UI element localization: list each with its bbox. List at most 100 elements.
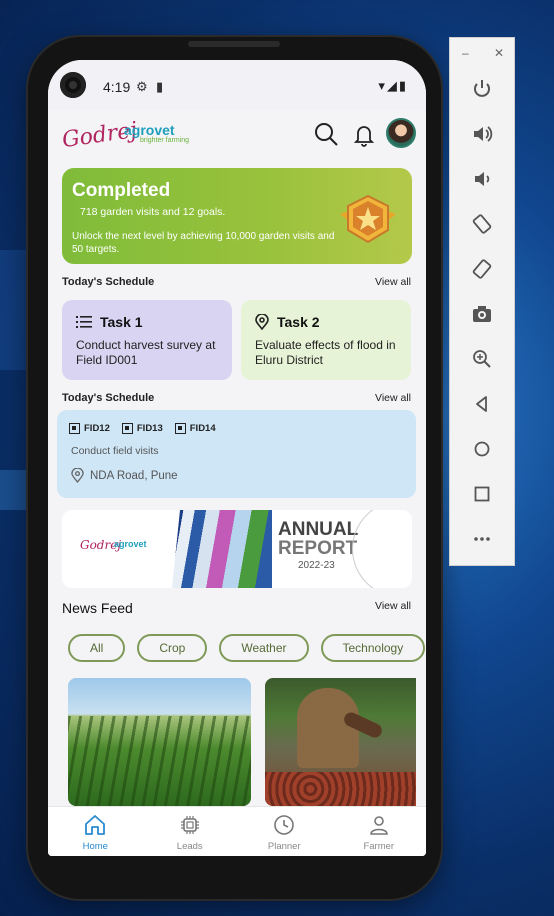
news-card-crop-field[interactable] bbox=[68, 678, 251, 806]
rotate-left-button[interactable] bbox=[469, 211, 495, 237]
emulator-toolbar: – ✕ bbox=[449, 37, 515, 566]
chip-icon bbox=[180, 816, 199, 834]
field-id-icon bbox=[174, 423, 186, 434]
hero-subtitle: 718 garden visits and 12 goals. bbox=[80, 206, 226, 218]
field-id-icon bbox=[121, 423, 133, 434]
banner-heading: ANNUAL REPORT bbox=[278, 520, 358, 558]
field-location-label: NDA Road, Pune bbox=[90, 469, 178, 482]
clock-icon bbox=[274, 815, 295, 835]
nav-planner-label: Planner bbox=[267, 841, 301, 852]
view-all-news[interactable]: View all bbox=[375, 600, 411, 612]
profile-avatar[interactable] bbox=[386, 118, 416, 148]
field-id-item: FID13 bbox=[121, 423, 163, 434]
signal-battery-icons: ▾◢▮ bbox=[378, 78, 408, 93]
field-visit-card[interactable]: FID12 FID13 FID14 Conduct field visits N… bbox=[57, 410, 416, 498]
phone-screen: 4:19 ⚙ ▮ ▾◢▮ Godrej agrovet brighter far… bbox=[48, 60, 426, 856]
field-id-label: FID12 bbox=[84, 423, 110, 434]
close-icon[interactable]: ✕ bbox=[494, 46, 504, 60]
location-pin-icon bbox=[71, 468, 84, 483]
star-badge-icon bbox=[340, 194, 396, 244]
more-dots-icon bbox=[474, 537, 490, 541]
nav-leads[interactable]: Leads bbox=[143, 807, 238, 856]
chip-technology[interactable]: Technology bbox=[320, 634, 426, 662]
nav-farmer[interactable]: Farmer bbox=[332, 807, 427, 856]
sd-card-icon: ▮ bbox=[156, 79, 164, 94]
volume-down-icon bbox=[475, 172, 490, 186]
volume-up-icon bbox=[474, 126, 493, 142]
nav-leads-label: Leads bbox=[176, 841, 203, 852]
camera-icon bbox=[473, 306, 491, 322]
field-activity: Conduct field visits bbox=[71, 445, 159, 457]
minimize-icon[interactable]: – bbox=[462, 46, 469, 60]
zoom-icon bbox=[473, 350, 491, 368]
agrovet-logo: agrovet bbox=[124, 122, 175, 138]
task-card-2[interactable]: Task 2 Evaluate effects of flood in Elur… bbox=[241, 300, 411, 380]
task-2-title: Task 2 bbox=[277, 314, 320, 330]
power-icon bbox=[474, 80, 490, 97]
settings-icon: ⚙ bbox=[136, 79, 148, 94]
banner-product-image bbox=[172, 510, 272, 588]
field-id-list: FID12 FID13 FID14 bbox=[69, 423, 216, 434]
news-card-farmer[interactable] bbox=[265, 678, 416, 806]
crop-rows-image bbox=[68, 716, 251, 806]
notification-bell-icon[interactable] bbox=[350, 120, 378, 148]
chip-weather[interactable]: Weather bbox=[219, 634, 309, 662]
app-header: Godrej agrovet brighter farming bbox=[48, 110, 426, 168]
list-icon bbox=[76, 316, 92, 328]
volume-up-button[interactable] bbox=[469, 121, 495, 147]
overview-button[interactable] bbox=[469, 481, 495, 507]
chip-crop[interactable]: Crop bbox=[137, 634, 208, 662]
nav-home-label: Home bbox=[82, 841, 108, 852]
overview-square-icon bbox=[474, 486, 490, 502]
task-card-1[interactable]: Task 1 Conduct harvest survey at Field I… bbox=[62, 300, 232, 380]
banner-agrovet-logo: agrovet bbox=[114, 539, 147, 549]
back-button[interactable] bbox=[469, 391, 495, 417]
chip-all[interactable]: All bbox=[68, 634, 126, 662]
logo-tagline: brighter farming bbox=[140, 137, 190, 144]
zoom-button[interactable] bbox=[469, 346, 495, 372]
field-id-icon bbox=[69, 423, 80, 434]
field-id-label: FID13 bbox=[136, 423, 163, 434]
home-icon bbox=[85, 815, 106, 835]
field-location: NDA Road, Pune bbox=[71, 468, 178, 483]
todays-schedule-title-2: Today's Schedule bbox=[62, 392, 155, 404]
news-filter-chips: All Crop Weather Technology bbox=[68, 634, 426, 662]
person-icon bbox=[369, 816, 388, 835]
volume-down-button[interactable] bbox=[469, 166, 495, 192]
field-id-item: FID12 bbox=[69, 423, 110, 434]
nav-home[interactable]: Home bbox=[48, 807, 143, 856]
toolbar-window-controls: – ✕ bbox=[462, 46, 504, 60]
more-button[interactable] bbox=[469, 526, 495, 552]
home-circle-icon bbox=[474, 441, 490, 457]
nav-farmer-label: Farmer bbox=[363, 841, 395, 852]
view-all-schedule-1[interactable]: View all bbox=[375, 276, 411, 288]
search-icon[interactable] bbox=[312, 120, 340, 148]
news-feed-title: News Feed bbox=[62, 600, 133, 616]
back-triangle-icon bbox=[476, 396, 487, 412]
task-1-title: Task 1 bbox=[100, 314, 143, 330]
completed-card[interactable]: Completed 718 garden visits and 12 goals… bbox=[62, 168, 412, 264]
todays-schedule-title-1: Today's Schedule bbox=[62, 276, 155, 288]
phone-speaker bbox=[188, 41, 280, 47]
home-button[interactable] bbox=[469, 436, 495, 462]
task-2-header: Task 2 bbox=[255, 314, 397, 330]
rotate-left-icon bbox=[472, 214, 492, 234]
field-id-item: FID14 bbox=[174, 423, 216, 434]
hero-title: Completed bbox=[72, 180, 171, 201]
app-content: Godrej agrovet brighter farming Complete… bbox=[48, 110, 426, 856]
farmer-figure-image bbox=[297, 688, 359, 768]
screenshot-button[interactable] bbox=[469, 301, 495, 327]
view-all-schedule-2[interactable]: View all bbox=[375, 392, 411, 404]
task-2-description: Evaluate effects of flood in Eluru Distr… bbox=[255, 338, 396, 367]
task-1-header: Task 1 bbox=[76, 314, 218, 330]
hero-description: Unlock the next level by achieving 10,00… bbox=[72, 231, 335, 255]
nav-planner[interactable]: Planner bbox=[237, 807, 332, 856]
field-id-label: FID14 bbox=[189, 423, 216, 434]
status-bar: 4:19 ⚙ ▮ ▾◢▮ bbox=[48, 60, 426, 110]
task-1-description: Conduct harvest survey at Field ID001 bbox=[76, 338, 216, 367]
location-pin-icon bbox=[255, 314, 269, 330]
bottom-navigation: Home Leads Planner Farmer bbox=[48, 806, 426, 856]
power-button[interactable] bbox=[469, 76, 495, 102]
annual-report-banner[interactable]: Godrej agrovet ANNUAL REPORT 2022-23 bbox=[62, 510, 412, 588]
rotate-right-button[interactable] bbox=[469, 256, 495, 282]
